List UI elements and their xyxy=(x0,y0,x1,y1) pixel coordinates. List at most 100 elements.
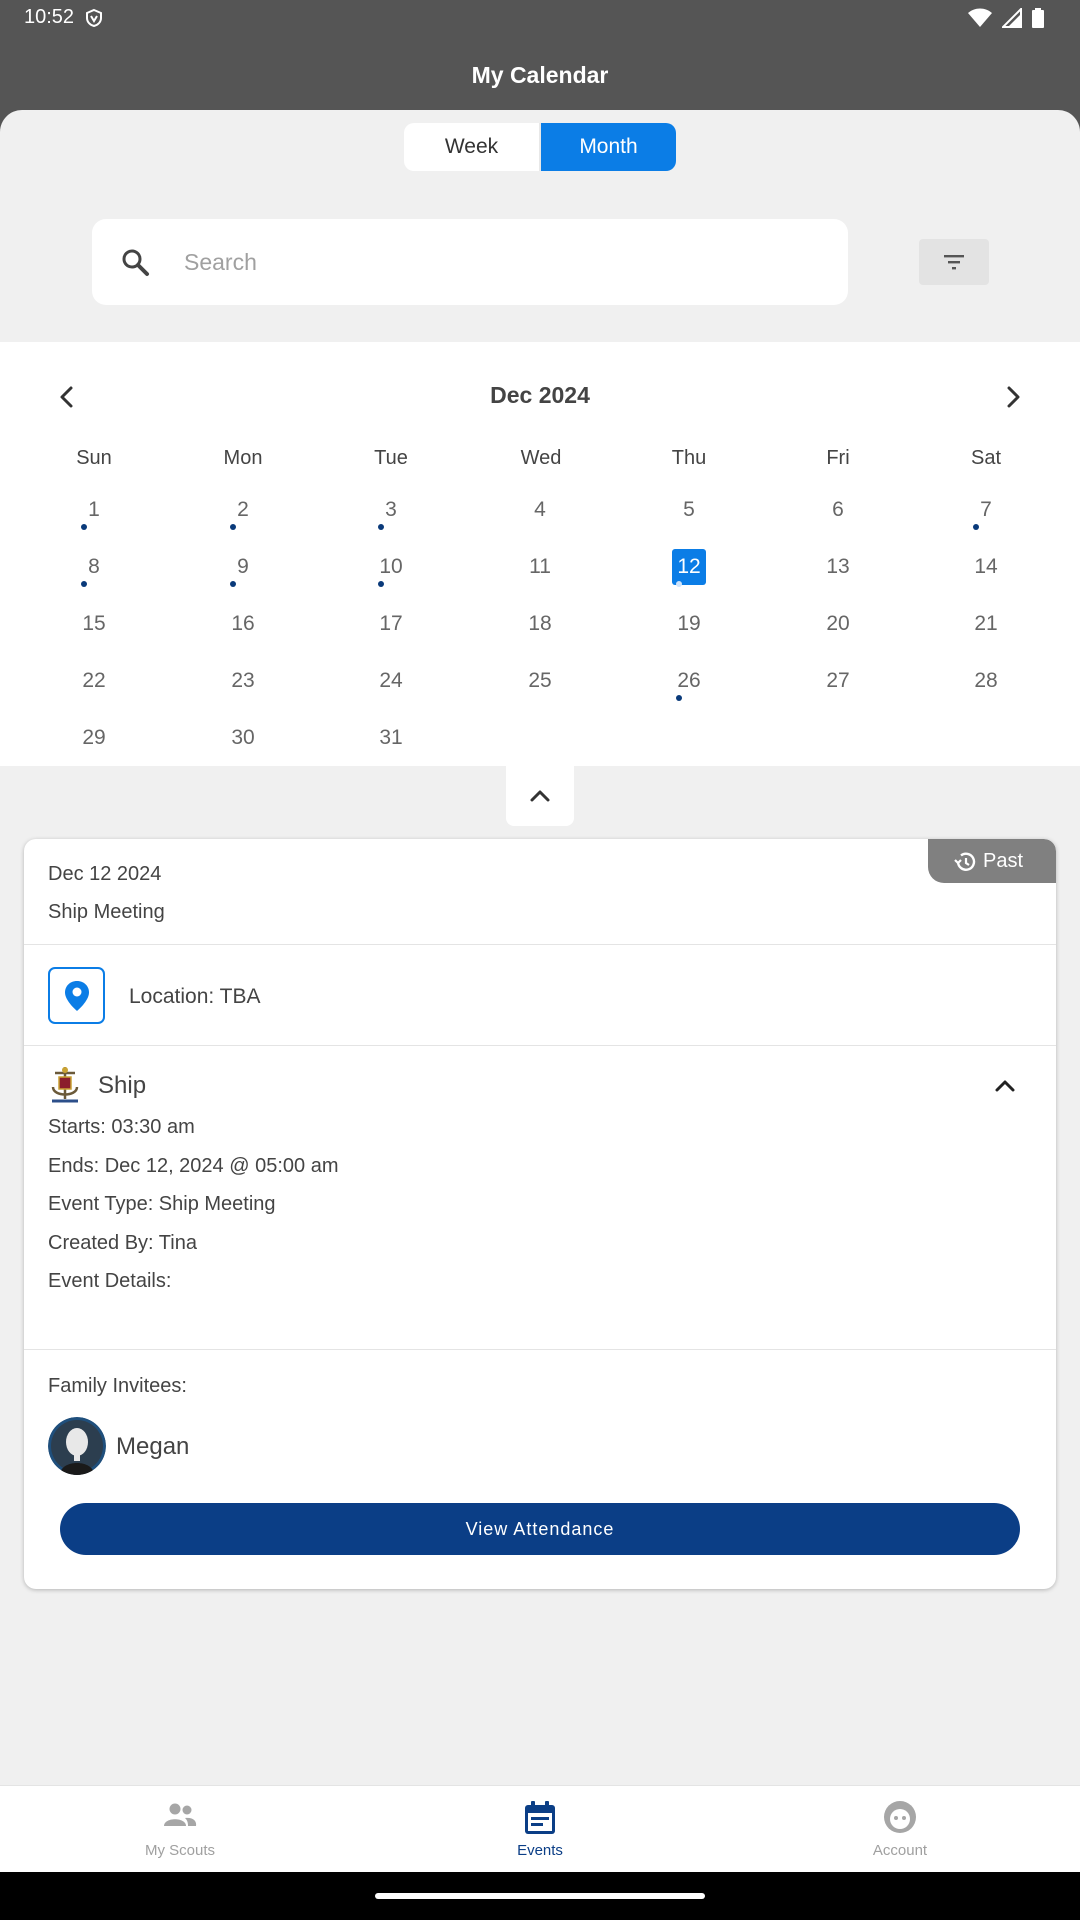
calendar-day-1[interactable]: 1 xyxy=(54,490,134,530)
weekday-header-fri: Fri xyxy=(826,447,850,469)
battery-icon xyxy=(1032,8,1044,28)
calendar-day-21[interactable]: 21 xyxy=(946,604,1026,644)
calendar-day-number: 7 xyxy=(980,498,992,521)
calendar-day-4[interactable]: 4 xyxy=(500,490,580,530)
calendar-day-26[interactable]: 26 xyxy=(649,661,729,701)
event-location: Location: TBA xyxy=(129,985,261,1008)
event-indicator-dot xyxy=(230,581,236,587)
calendar-day-30[interactable]: 30 xyxy=(203,718,283,758)
calendar-day-number: 11 xyxy=(529,555,551,578)
calendar-day-number: 19 xyxy=(677,612,701,635)
ship-unit-logo-icon xyxy=(51,1067,79,1103)
collapse-details-chevron-icon[interactable] xyxy=(992,1073,1018,1099)
filter-button[interactable] xyxy=(919,239,989,285)
calendar-day-28[interactable]: 28 xyxy=(946,661,1026,701)
event-indicator-dot xyxy=(378,524,384,530)
calendar-day-18[interactable]: 18 xyxy=(500,604,580,644)
location-button[interactable] xyxy=(48,967,105,1024)
calendar-day-3[interactable]: 3 xyxy=(351,490,431,530)
weekday-header-wed: Wed xyxy=(520,447,562,469)
calendar-day-number: 10 xyxy=(379,555,403,578)
nav-events-label: Events xyxy=(517,1842,563,1859)
calendar-day-number: 12 xyxy=(672,549,706,585)
calendar-day-number: 31 xyxy=(379,726,403,749)
calendar-icon xyxy=(525,1801,555,1834)
history-icon xyxy=(954,852,976,871)
calendar-day-27[interactable]: 27 xyxy=(798,661,878,701)
calendar-day-number: 6 xyxy=(832,498,844,521)
event-unit-name: Ship xyxy=(98,1072,147,1099)
status-time: 10:52 xyxy=(24,6,75,28)
calendar-day-number: 17 xyxy=(379,612,403,635)
calendar-day-7[interactable]: 7 xyxy=(946,490,1026,530)
calendar-day-5[interactable]: 5 xyxy=(649,490,729,530)
location-pin-icon xyxy=(65,981,89,1011)
event-indicator-dot xyxy=(230,524,236,530)
nav-my-scouts[interactable]: My Scouts xyxy=(0,1786,360,1873)
calendar-day-9[interactable]: 9 xyxy=(203,547,283,587)
calendar-day-29[interactable]: 29 xyxy=(54,718,134,758)
calendar-day-number: 26 xyxy=(677,669,701,692)
search-bar xyxy=(92,219,848,305)
month-toggle-button[interactable]: Month xyxy=(541,123,676,171)
week-toggle-button[interactable]: Week xyxy=(404,123,539,171)
calendar-day-number: 30 xyxy=(231,726,255,749)
event-indicator-dot xyxy=(973,524,979,530)
calendar-day-16[interactable]: 16 xyxy=(203,604,283,644)
calendar-day-15[interactable]: 15 xyxy=(54,604,134,644)
calendar-month-label: Dec 2024 xyxy=(490,382,590,408)
calendar-day-number: 18 xyxy=(528,612,552,635)
calendar-day-number: 15 xyxy=(82,612,106,635)
calendar-day-number: 20 xyxy=(826,612,850,635)
past-badge: Past xyxy=(928,839,1056,883)
wifi-icon xyxy=(968,8,992,27)
calendar-day-8[interactable]: 8 xyxy=(54,547,134,587)
chevron-up-icon xyxy=(530,790,550,802)
nav-events[interactable]: Events xyxy=(360,1786,720,1873)
calendar-day-31[interactable]: 31 xyxy=(351,718,431,758)
calendar-day-22[interactable]: 22 xyxy=(54,661,134,701)
calendar-day-number: 27 xyxy=(826,669,850,692)
filter-icon xyxy=(944,255,964,270)
nav-account[interactable]: Account xyxy=(720,1786,1080,1873)
calendar-day-number: 5 xyxy=(683,498,695,521)
weekday-header-sat: Sat xyxy=(970,447,1002,469)
previous-month-button[interactable] xyxy=(52,382,82,412)
status-bar: 10:52 xyxy=(0,0,1080,36)
calendar-day-19[interactable]: 19 xyxy=(649,604,729,644)
calendar-day-17[interactable]: 17 xyxy=(351,604,431,644)
calendar-day-number: 29 xyxy=(82,726,106,749)
calendar-day-number: 23 xyxy=(231,669,255,692)
calendar-day-10[interactable]: 10 xyxy=(351,547,431,587)
weekday-header-mon: Mon xyxy=(223,447,263,469)
next-month-button[interactable] xyxy=(998,382,1028,412)
collapse-calendar-button[interactable] xyxy=(506,766,574,826)
calendar-day-number: 9 xyxy=(237,555,249,578)
calendar-day-23[interactable]: 23 xyxy=(203,661,283,701)
view-attendance-button[interactable]: View Attendance xyxy=(60,1503,1020,1555)
search-input[interactable] xyxy=(184,239,824,285)
calendar-day-number: 21 xyxy=(974,612,998,635)
home-gesture-handle[interactable] xyxy=(375,1893,705,1899)
calendar-day-2[interactable]: 2 xyxy=(203,490,283,530)
calendar-day-number: 3 xyxy=(385,498,397,521)
calendar-day-11[interactable]: 11 xyxy=(500,547,580,587)
calendar-day-12[interactable]: 12 xyxy=(649,547,729,587)
calendar-day-20[interactable]: 20 xyxy=(798,604,878,644)
calendar-day-6[interactable]: 6 xyxy=(798,490,878,530)
calendar-day-14[interactable]: 14 xyxy=(946,547,1026,587)
calendar-day-13[interactable]: 13 xyxy=(798,547,878,587)
bottom-navigation: My Scouts Events Account xyxy=(0,1785,1080,1872)
event-created-by: Created By: Tina xyxy=(48,1232,197,1254)
event-date: Dec 12 2024 xyxy=(48,863,162,885)
calendar-day-number: 1 xyxy=(88,498,100,521)
avatar-icon xyxy=(48,1417,106,1475)
event-type: Event Type: Ship Meeting xyxy=(48,1193,276,1215)
calendar-day-24[interactable]: 24 xyxy=(351,661,431,701)
calendar-day-25[interactable]: 25 xyxy=(500,661,580,701)
system-gesture-bar xyxy=(0,1872,1080,1920)
family-invitees-label: Family Invitees: xyxy=(48,1375,187,1397)
event-card[interactable]: Past Dec 12 2024 Ship Meeting Location: … xyxy=(24,839,1056,1589)
calendar-day-number: 25 xyxy=(528,669,552,692)
cell-signal-icon xyxy=(1002,8,1022,28)
